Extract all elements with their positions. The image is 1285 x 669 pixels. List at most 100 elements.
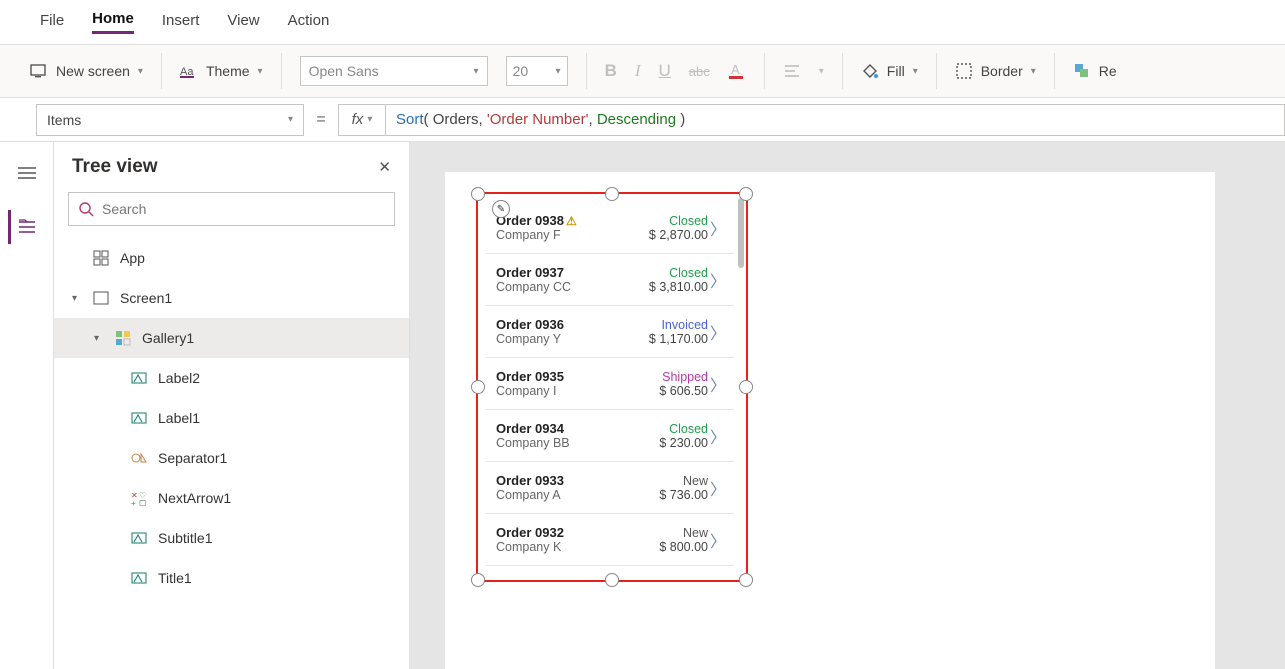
- border-button[interactable]: Border ▾: [955, 62, 1036, 80]
- order-company: Company F: [496, 228, 632, 242]
- resize-handle[interactable]: [739, 380, 753, 394]
- font-size-value: 20: [513, 63, 529, 79]
- search-icon: [79, 202, 94, 217]
- order-title: Order 0936: [496, 317, 632, 332]
- new-screen-label: New screen: [56, 63, 130, 79]
- resize-handle[interactable]: [605, 573, 619, 587]
- tree-node-title[interactable]: Title1: [54, 558, 409, 598]
- bold-button[interactable]: B: [605, 61, 617, 81]
- edit-template-icon[interactable]: ✎: [492, 200, 510, 218]
- resize-handle[interactable]: [471, 187, 485, 201]
- separator-icon: [130, 449, 148, 467]
- bucket-icon: [861, 62, 879, 80]
- new-screen-button[interactable]: New screen ▾: [30, 62, 143, 80]
- gallery-item[interactable]: Order 0933Company ANew$ 736.00〉: [486, 462, 734, 514]
- scrollbar[interactable]: [738, 198, 744, 268]
- tree-node-gallery[interactable]: ▾ Gallery1: [54, 318, 409, 358]
- order-company: Company Y: [496, 332, 632, 346]
- chevron-right-icon[interactable]: 〉: [708, 372, 728, 396]
- chevron-down-icon: ▾: [474, 66, 479, 77]
- gallery-control[interactable]: Order 0938⚠Company FClosed$ 2,870.00〉Ord…: [486, 202, 734, 572]
- border-icon: [955, 62, 973, 80]
- formula-input[interactable]: Sort( Orders, 'Order Number', Descending…: [386, 104, 1285, 136]
- tree-node-app[interactable]: App: [54, 238, 409, 278]
- divider: [281, 53, 282, 89]
- hamburger-icon[interactable]: [10, 156, 44, 190]
- divider: [586, 53, 587, 89]
- italic-button[interactable]: I: [635, 61, 641, 81]
- close-icon[interactable]: ✕: [378, 158, 391, 176]
- chevron-down-icon: ▾: [258, 66, 263, 77]
- left-rail: [0, 142, 54, 669]
- order-company: Company I: [496, 384, 632, 398]
- formula-col: 'Order Number': [487, 111, 589, 128]
- fx-label: fx: [352, 111, 364, 128]
- font-select[interactable]: Open Sans ▾: [300, 56, 488, 86]
- divider: [936, 53, 937, 89]
- menu-action[interactable]: Action: [288, 12, 330, 33]
- tree-node-screen[interactable]: ▾ Screen1: [54, 278, 409, 318]
- label-icon: [130, 409, 148, 427]
- order-status: New: [632, 474, 708, 488]
- menu-home[interactable]: Home: [92, 10, 134, 34]
- order-status: New: [632, 526, 708, 540]
- gallery-item[interactable]: Order 0937Company CCClosed$ 3,810.00〉: [486, 254, 734, 306]
- menu-file[interactable]: File: [40, 12, 64, 33]
- formula-bar: Items ▾ = fx ▾ Sort( Orders, 'Order Numb…: [0, 98, 1285, 142]
- font-color-button[interactable]: A: [728, 62, 746, 80]
- gallery-item[interactable]: Order 0935Company IShipped$ 606.50〉: [486, 358, 734, 410]
- fill-button[interactable]: Fill ▾: [861, 62, 918, 80]
- chevron-right-icon[interactable]: 〉: [708, 424, 728, 448]
- gallery-icon: [114, 329, 132, 347]
- align-button[interactable]: [783, 62, 801, 80]
- formula-fn: Sort: [396, 111, 424, 128]
- order-status: Closed: [632, 266, 708, 280]
- chevron-right-icon[interactable]: 〉: [708, 528, 728, 552]
- menu-view[interactable]: View: [227, 12, 259, 33]
- chevron-right-icon[interactable]: 〉: [708, 320, 728, 344]
- tree-node-label1[interactable]: Label1: [54, 398, 409, 438]
- underline-button[interactable]: U: [659, 61, 671, 81]
- tree-view-icon[interactable]: [8, 210, 42, 244]
- reorder-button[interactable]: Re: [1073, 62, 1117, 80]
- gallery-selection[interactable]: ✎ Order 0938⚠Company FClosed$ 2,870.00〉O…: [476, 192, 748, 582]
- resize-handle[interactable]: [605, 187, 619, 201]
- property-value: Items: [47, 112, 81, 128]
- resize-handle[interactable]: [739, 187, 753, 201]
- gallery-item[interactable]: Order 0934Company BBClosed$ 230.00〉: [486, 410, 734, 462]
- tree-label: Gallery1: [142, 330, 194, 346]
- font-size-select[interactable]: 20 ▾: [506, 56, 568, 86]
- gallery-item[interactable]: Order 0936Company YInvoiced$ 1,170.00〉: [486, 306, 734, 358]
- menu-insert[interactable]: Insert: [162, 12, 200, 33]
- chevron-right-icon[interactable]: 〉: [708, 268, 728, 292]
- strike-button[interactable]: abc: [689, 64, 710, 79]
- theme-icon: Aa: [180, 62, 198, 80]
- reorder-icon: [1073, 62, 1091, 80]
- property-select[interactable]: Items ▾: [36, 104, 304, 136]
- chevron-right-icon[interactable]: 〉: [708, 476, 728, 500]
- resize-handle[interactable]: [471, 380, 485, 394]
- order-company: Company BB: [496, 436, 632, 450]
- tree-node-nextarrow[interactable]: ✕♡+☐ NextArrow1: [54, 478, 409, 518]
- resize-handle[interactable]: [471, 573, 485, 587]
- tree-node-separator[interactable]: Separator1: [54, 438, 409, 478]
- search-input[interactable]: [68, 192, 395, 226]
- svg-text:+: +: [131, 499, 136, 506]
- order-title: Order 0933: [496, 473, 632, 488]
- fx-button[interactable]: fx ▾: [338, 104, 386, 136]
- resize-handle[interactable]: [739, 573, 753, 587]
- gallery-item[interactable]: Order 0932Company KNew$ 800.00〉: [486, 514, 734, 566]
- order-status: Closed: [632, 214, 708, 228]
- chevron-down-icon: ▾: [367, 114, 372, 125]
- menu-bar: File Home Insert View Action: [0, 0, 1285, 44]
- search-field[interactable]: [102, 201, 384, 217]
- chevron-down-icon: ▾: [556, 66, 561, 77]
- chevron-right-icon[interactable]: 〉: [708, 216, 728, 240]
- canvas[interactable]: ✎ Order 0938⚠Company FClosed$ 2,870.00〉O…: [410, 142, 1285, 669]
- tree-node-subtitle[interactable]: Subtitle1: [54, 518, 409, 558]
- order-company: Company K: [496, 540, 632, 554]
- tree-label: Title1: [158, 570, 192, 586]
- gallery-item[interactable]: Order 0938⚠Company FClosed$ 2,870.00〉: [486, 202, 734, 254]
- tree-node-label2[interactable]: Label2: [54, 358, 409, 398]
- theme-button[interactable]: Aa Theme ▾: [180, 62, 263, 80]
